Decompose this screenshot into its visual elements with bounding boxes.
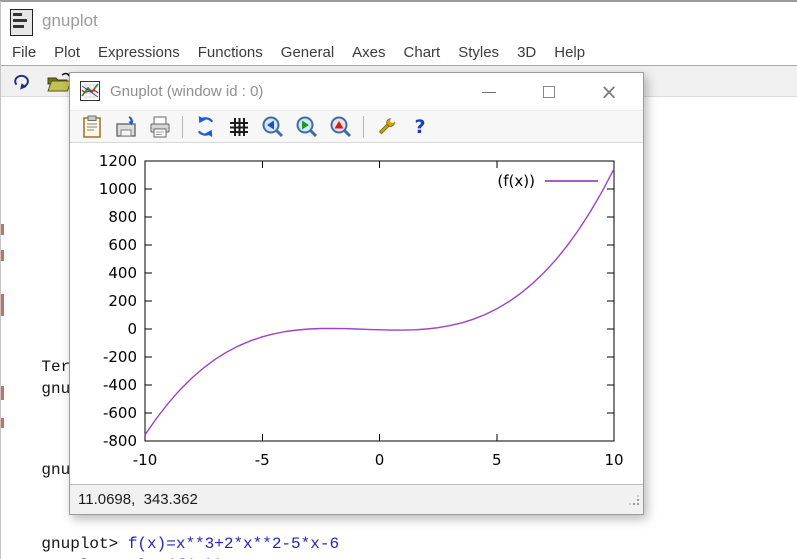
svg-text:400: 400 bbox=[108, 264, 137, 282]
svg-text:-200: -200 bbox=[103, 348, 137, 366]
main-menubar: File Plot Expressions Functions General … bbox=[1, 42, 797, 66]
svg-text:800: 800 bbox=[108, 208, 137, 226]
svg-text:-10: -10 bbox=[133, 451, 158, 469]
print-icon[interactable] bbox=[146, 114, 174, 140]
svg-text:0: 0 bbox=[127, 320, 137, 338]
maximize-button[interactable] bbox=[519, 73, 579, 111]
menu-general[interactable]: General bbox=[272, 43, 343, 64]
plot-toolbar: ? bbox=[70, 111, 643, 143]
menu-help[interactable]: Help bbox=[545, 43, 594, 64]
error-text-fragment bbox=[1, 250, 4, 261]
svg-text:-400: -400 bbox=[103, 376, 137, 394]
main-window-title: gnuplot bbox=[42, 11, 98, 30]
gnuplot-plot-window: Gnuplot (window id : 0) × ? -10 -5 0 5 1… bbox=[69, 72, 644, 515]
plot-statusbar: 11.0698, 343.362 bbox=[70, 484, 643, 514]
svg-text:0: 0 bbox=[375, 451, 385, 469]
menu-axes[interactable]: Axes bbox=[343, 43, 394, 64]
maximize-icon bbox=[543, 86, 555, 98]
refresh-icon[interactable] bbox=[191, 114, 219, 140]
menu-chart[interactable]: Chart bbox=[395, 43, 450, 64]
menu-functions[interactable]: Functions bbox=[189, 43, 272, 64]
plot-window-titlebar[interactable]: Gnuplot (window id : 0) × bbox=[70, 73, 643, 111]
terminal-command-line: gnuplot> plot(f(x)) bbox=[3, 535, 223, 559]
gnuplot-main-window: gnuplot File Plot Expressions Functions … bbox=[0, 0, 797, 559]
minimize-icon bbox=[482, 91, 496, 93]
resize-grip[interactable] bbox=[629, 493, 640, 511]
menu-plot[interactable]: Plot bbox=[45, 43, 89, 64]
svg-text:200: 200 bbox=[108, 292, 137, 310]
plot-svg: -10 -5 0 5 10 1200 1000 800 600 400 200 0 -200 -400 -6… bbox=[99, 152, 624, 469]
close-icon: × bbox=[600, 79, 618, 104]
replot-icon[interactable] bbox=[8, 68, 36, 94]
main-titlebar[interactable]: gnuplot bbox=[1, 2, 797, 42]
help-icon[interactable]: ? bbox=[406, 114, 434, 140]
svg-text:1000: 1000 bbox=[99, 180, 137, 198]
svg-text:1200: 1200 bbox=[99, 152, 137, 170]
copy-clipboard-icon[interactable] bbox=[78, 114, 106, 140]
gnuplot-graph-icon bbox=[80, 81, 100, 106]
plot-canvas[interactable]: -10 -5 0 5 10 1200 1000 800 600 400 200 0 -200 -400 -6… bbox=[70, 143, 643, 486]
export-image-icon[interactable] bbox=[112, 114, 140, 140]
close-button[interactable]: × bbox=[579, 73, 639, 111]
menu-styles[interactable]: Styles bbox=[449, 43, 508, 64]
svg-text:5: 5 bbox=[492, 451, 502, 469]
menu-3d[interactable]: 3D bbox=[508, 43, 545, 64]
settings-icon[interactable] bbox=[372, 114, 400, 140]
plot-window-controls: × bbox=[459, 73, 639, 111]
svg-text:-800: -800 bbox=[103, 432, 137, 450]
svg-text:600: 600 bbox=[108, 236, 137, 254]
svg-text:(f(x)): (f(x)) bbox=[497, 172, 535, 190]
svg-text:10: 10 bbox=[604, 451, 623, 469]
menu-expressions[interactable]: Expressions bbox=[89, 43, 189, 64]
unzoom-icon[interactable] bbox=[327, 114, 355, 140]
grid-icon[interactable] bbox=[225, 114, 253, 140]
minimize-button[interactable] bbox=[459, 73, 519, 111]
gnuplot-app-icon bbox=[10, 9, 33, 36]
zoom-previous-icon[interactable] bbox=[259, 114, 287, 140]
svg-text:-600: -600 bbox=[103, 404, 137, 422]
mouse-coordinates: 11.0698, 343.362 bbox=[78, 491, 198, 508]
svg-text:-5: -5 bbox=[255, 451, 270, 469]
toolbar-separator bbox=[363, 115, 364, 138]
plot-window-title: Gnuplot (window id : 0) bbox=[110, 83, 264, 100]
error-text-fragment bbox=[1, 294, 4, 316]
zoom-next-icon[interactable] bbox=[293, 114, 321, 140]
toolbar-separator bbox=[182, 115, 183, 138]
menu-file[interactable]: File bbox=[3, 43, 45, 64]
error-text-fragment bbox=[1, 224, 4, 235]
